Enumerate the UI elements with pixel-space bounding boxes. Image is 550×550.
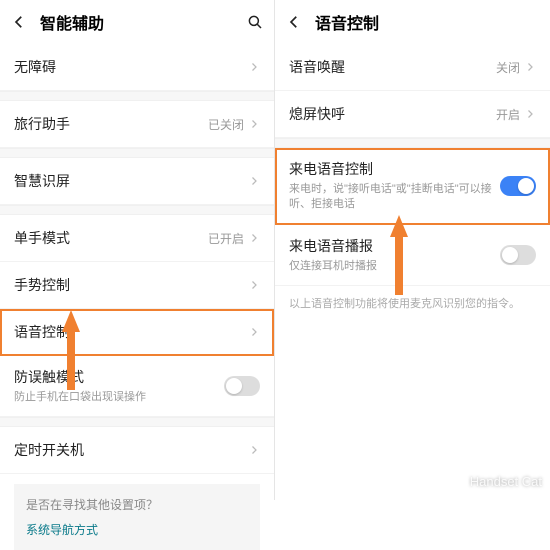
row-label: 防误触模式 bbox=[14, 367, 224, 387]
back-icon[interactable] bbox=[10, 13, 28, 31]
chevron-right-icon bbox=[248, 326, 260, 338]
chevron-right-icon bbox=[248, 175, 260, 187]
row-label: 无障碍 bbox=[14, 57, 248, 77]
row-incoming-call-announce[interactable]: 来电语音播报 仅连接耳机时播报 bbox=[275, 225, 550, 286]
row-travel-assistant[interactable]: 旅行助手 已关闭 bbox=[0, 101, 274, 148]
row-voice-wakeup[interactable]: 语音唤醒 关闭 bbox=[275, 44, 550, 91]
row-label: 语音控制 bbox=[14, 322, 248, 342]
section-divider bbox=[0, 205, 274, 215]
row-gesture-control[interactable]: 手势控制 bbox=[0, 262, 274, 309]
row-label: 语音唤醒 bbox=[289, 57, 496, 77]
row-label: 旅行助手 bbox=[14, 114, 208, 134]
section-divider bbox=[0, 91, 274, 101]
row-one-hand-mode[interactable]: 单手模式 已开启 bbox=[0, 215, 274, 262]
row-incoming-call-voice-control[interactable]: 来电语音控制 来电时，说"接听电话"或"挂断电话"可以接听、拒接电话 bbox=[275, 148, 550, 225]
row-smart-screen[interactable]: 智慧识屏 bbox=[0, 158, 274, 205]
pane-smart-assistance: 智能辅助 无障碍 旅行助手 已关闭 智慧识屏 单手模式 bbox=[0, 0, 275, 500]
section-divider bbox=[0, 148, 274, 158]
settings-list-right: 语音唤醒 关闭 熄屏快呼 开启 来电语音控制 来电时，说"接听电话"或"挂断电话… bbox=[275, 44, 550, 286]
row-mistouch-prevention[interactable]: 防误触模式 防止手机在口袋出现误操作 bbox=[0, 356, 274, 417]
header-right: 语音控制 bbox=[275, 0, 550, 44]
row-status: 关闭 bbox=[496, 59, 520, 76]
section-divider bbox=[0, 417, 274, 427]
row-label: 单手模式 bbox=[14, 228, 208, 248]
chevron-right-icon bbox=[524, 108, 536, 120]
row-scheduled-power[interactable]: 定时开关机 bbox=[0, 427, 274, 474]
hint-box: 是否在寻找其他设置项？ 系统导航方式 bbox=[14, 484, 260, 550]
row-screen-off-quick-call[interactable]: 熄屏快呼 开启 bbox=[275, 91, 550, 138]
row-label: 定时开关机 bbox=[14, 440, 248, 460]
chevron-right-icon bbox=[248, 444, 260, 456]
pane-voice-control: 语音控制 语音唤醒 关闭 熄屏快呼 开启 来电语音控制 来电时，说"接听电话"或… bbox=[275, 0, 550, 500]
watermark-text: Handset Cat bbox=[470, 474, 542, 489]
hint-question: 是否在寻找其他设置项？ bbox=[26, 496, 248, 513]
page-title-right: 语音控制 bbox=[315, 10, 540, 34]
back-icon[interactable] bbox=[285, 13, 303, 31]
search-icon[interactable] bbox=[246, 13, 264, 31]
row-label: 智慧识屏 bbox=[14, 171, 248, 191]
toggle-incoming-call-announce[interactable] bbox=[500, 245, 536, 265]
watermark-icon bbox=[438, 468, 464, 494]
toggle-mistouch[interactable] bbox=[224, 376, 260, 396]
page-title-left: 智能辅助 bbox=[40, 10, 234, 34]
row-label: 来电语音控制 bbox=[289, 159, 500, 179]
chevron-right-icon bbox=[524, 61, 536, 73]
chevron-right-icon bbox=[248, 279, 260, 291]
annotation-arrow-left bbox=[62, 310, 80, 332]
watermark: Handset Cat bbox=[438, 468, 542, 494]
settings-list-left: 无障碍 旅行助手 已关闭 智慧识屏 单手模式 已开启 手势控制 bbox=[0, 44, 274, 474]
row-sublabel: 防止手机在口袋出现误操作 bbox=[14, 390, 224, 405]
hint-link-system-navigation[interactable]: 系统导航方式 bbox=[26, 521, 248, 538]
chevron-right-icon bbox=[248, 118, 260, 130]
row-status: 已开启 bbox=[208, 230, 244, 247]
section-divider bbox=[275, 138, 550, 148]
header-left: 智能辅助 bbox=[0, 0, 274, 44]
chevron-right-icon bbox=[248, 61, 260, 73]
row-status: 开启 bbox=[496, 106, 520, 123]
row-sublabel: 来电时，说"接听电话"或"挂断电话"可以接听、拒接电话 bbox=[289, 182, 500, 213]
row-label: 熄屏快呼 bbox=[289, 104, 496, 124]
row-label: 手势控制 bbox=[14, 275, 248, 295]
toggle-incoming-call-voice[interactable] bbox=[500, 176, 536, 196]
row-status: 已关闭 bbox=[208, 116, 244, 133]
row-accessibility[interactable]: 无障碍 bbox=[0, 44, 274, 91]
annotation-arrow-right bbox=[390, 215, 408, 237]
footnote: 以上语音控制功能将使用麦克风识别您的指令。 bbox=[275, 286, 550, 323]
row-voice-control[interactable]: 语音控制 bbox=[0, 309, 274, 356]
chevron-right-icon bbox=[248, 232, 260, 244]
